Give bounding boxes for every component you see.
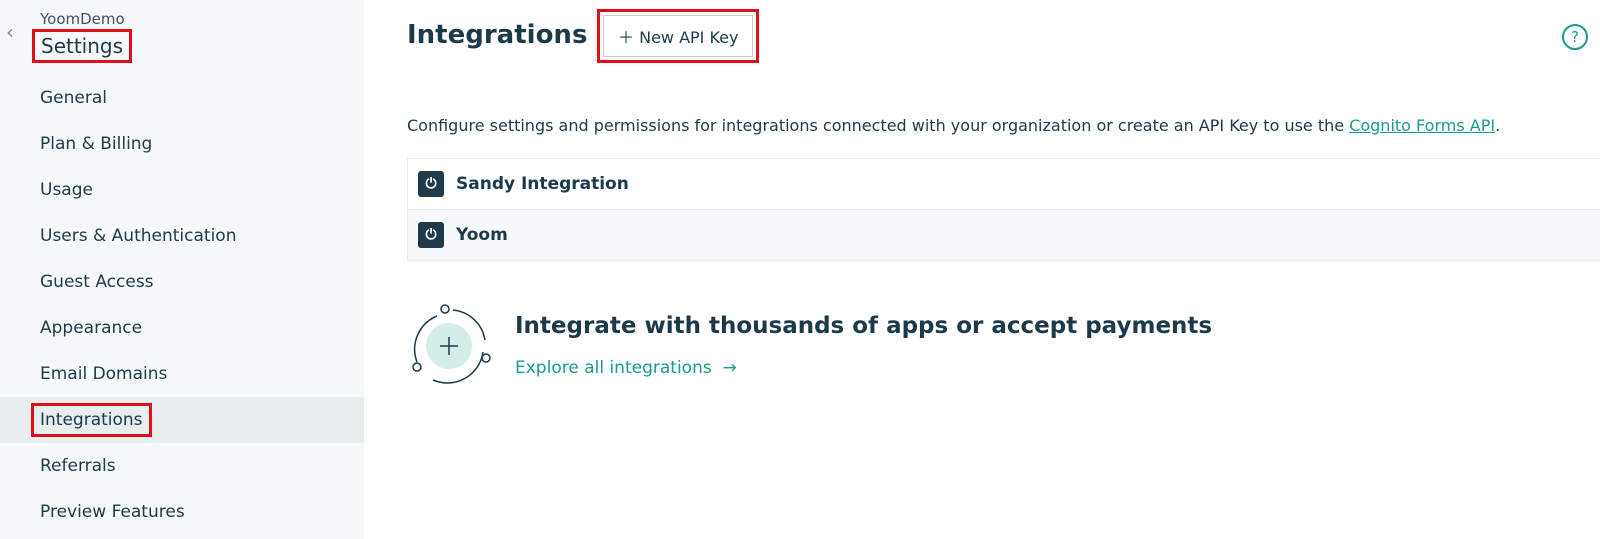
- plug-icon: ⏻: [418, 222, 444, 248]
- plug-icon: ⏻: [418, 171, 444, 197]
- label: Users & Authentication: [40, 226, 237, 246]
- plus-icon: ＋: [618, 28, 640, 47]
- sidebar-item-integrations[interactable]: Integrations: [0, 397, 364, 443]
- integration-row[interactable]: ⏻ Yoom: [408, 209, 1600, 260]
- sidebar-item-preview-features[interactable]: Preview Features: [0, 489, 364, 535]
- help-icon[interactable]: ?: [1562, 24, 1588, 50]
- label: Referrals: [40, 456, 116, 476]
- sidebar-item-email-domains[interactable]: Email Domains: [0, 351, 364, 397]
- sidebar-item-general[interactable]: General: [0, 75, 364, 121]
- sidebar-item-plan-billing[interactable]: Plan & Billing: [0, 121, 364, 167]
- sidebar: ‹ YoomDemo Settings General Plan & Billi…: [0, 0, 364, 539]
- label: Email Domains: [40, 364, 168, 384]
- cognito-api-link[interactable]: Cognito Forms API: [1349, 116, 1495, 135]
- label: Preview Features: [40, 502, 185, 522]
- period: .: [1495, 116, 1501, 135]
- label: Plan & Billing: [40, 134, 153, 154]
- label: Integrations: [31, 403, 152, 437]
- new-api-key-highlight: ＋ New API Key: [597, 9, 760, 63]
- settings-title: Settings: [32, 29, 133, 63]
- sidebar-item-usage[interactable]: Usage: [0, 167, 364, 213]
- integrations-cycle-icon: [412, 304, 491, 384]
- arrow-right-icon: →: [711, 358, 737, 378]
- sidebar-item-referrals[interactable]: Referrals: [0, 443, 364, 489]
- promo-title: Integrate with thousands of apps or acce…: [515, 313, 1213, 339]
- description: Configure settings and permissions for i…: [407, 116, 1500, 135]
- integration-row[interactable]: ⏻ Sandy Integration: [408, 159, 1600, 209]
- label: Explore all integrations: [515, 358, 712, 378]
- new-api-key-button[interactable]: ＋ New API Key: [603, 15, 754, 57]
- integration-list: ⏻ Sandy Integration ⏻ Yoom: [407, 158, 1600, 261]
- org-name: YoomDemo: [40, 10, 125, 28]
- explore-integrations-link[interactable]: Explore all integrations →: [515, 358, 737, 378]
- integration-name: Yoom: [456, 225, 508, 245]
- sidebar-item-users[interactable]: Users & Authentication: [0, 213, 364, 259]
- sidebar-item-appearance[interactable]: Appearance: [0, 305, 364, 351]
- label: General: [40, 88, 107, 108]
- page-title: Integrations: [407, 20, 588, 50]
- desc-text: Configure settings and permissions for i…: [407, 116, 1350, 135]
- label: Usage: [40, 180, 93, 200]
- label: New API Key: [639, 28, 739, 47]
- integration-name: Sandy Integration: [456, 174, 629, 194]
- back-chevron-icon[interactable]: ‹: [6, 20, 14, 44]
- label: Guest Access: [40, 272, 154, 292]
- label: Appearance: [40, 318, 143, 338]
- sidebar-item-guest-access[interactable]: Guest Access: [0, 259, 364, 305]
